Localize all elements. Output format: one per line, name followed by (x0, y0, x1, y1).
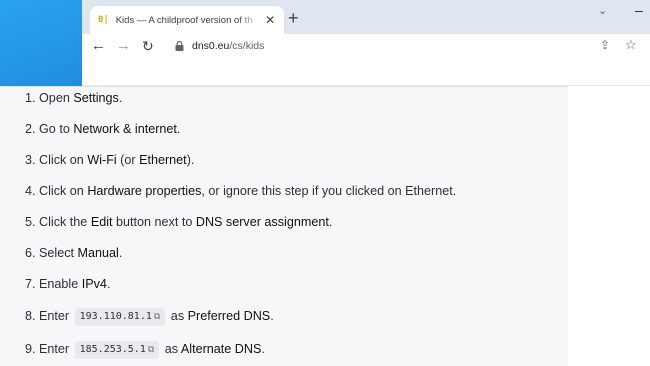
share-icon[interactable]: ⇪ (600, 38, 610, 52)
url-path: /cs/kids (229, 40, 265, 52)
site-favicon-icon: 0| (98, 15, 109, 25)
setting-name: IPv4 (81, 277, 107, 291)
address-bar[interactable]: dns0.eu/cs/kids (192, 40, 264, 52)
tab-title: Kids — A childproof version of th (115, 14, 253, 26)
list-item: 2. Go to Network & internet. (25, 122, 181, 136)
lock-icon[interactable] (175, 41, 184, 51)
list-item: 7. Enable IPv4. (25, 277, 111, 291)
list-item: 1. Open Settings. (25, 91, 123, 105)
instructions-panel: 1. Open Settings. 2. Go to Network & int… (0, 86, 568, 366)
copy-icon[interactable]: ⧉ (154, 312, 160, 322)
forward-arrow-icon[interactable]: → (116, 37, 131, 55)
setting-name: Manual (77, 246, 119, 260)
list-item: 4. Click on Hardware properties, or igno… (25, 184, 457, 198)
reload-icon[interactable]: ↻ (142, 37, 154, 55)
copy-icon[interactable]: ⧉ (148, 345, 154, 355)
setting-name: Preferred DNS (187, 309, 271, 323)
setting-name: Ethernet (139, 153, 187, 167)
setting-name: Settings (73, 91, 119, 105)
browser-toolbar: ← → ↻ dns0.eu/cs/kids ⇪ ☆ (82, 34, 650, 58)
dns-address-code[interactable]: 185.253.5.1 ⧉ (74, 340, 160, 359)
bookmark-star-icon[interactable]: ☆ (625, 37, 637, 53)
tab-close-icon[interactable]: ✕ (264, 13, 276, 27)
setting-name: Alternate DNS (180, 342, 262, 356)
setting-name: Wi-Fi (87, 153, 117, 167)
setting-name: DNS server assignment (195, 215, 329, 229)
dns-address-code[interactable]: 193.110.81.1 ⧉ (74, 307, 166, 326)
list-item: 5. Click the Edit button next to DNS ser… (25, 215, 333, 229)
url-host: dns0.eu (192, 40, 230, 52)
tab-strip: 0| Kids — A childproof version of th ✕ +… (82, 0, 650, 34)
list-item: 9. Enter 185.253.5.1 ⧉ as Alternate DNS. (25, 340, 265, 359)
setting-name: Edit (90, 215, 113, 229)
list-item: 3. Click on Wi-Fi (or Ethernet). (25, 153, 195, 167)
page-header-area (82, 58, 650, 86)
list-item: 8. Enter 193.110.81.1 ⧉ as Preferred DNS. (25, 307, 274, 326)
tab-search-chevron-icon[interactable]: ⌄ (598, 4, 607, 17)
new-tab-button[interactable]: + (288, 8, 299, 28)
window-minimize-button[interactable]: – (635, 2, 643, 18)
back-arrow-icon[interactable]: ← (91, 37, 106, 55)
browser-tab[interactable]: 0| Kids — A childproof version of th ✕ (90, 6, 284, 34)
setting-name: Hardware properties (87, 184, 202, 198)
setting-name: Network & internet (73, 122, 177, 136)
list-item: 6. Select Manual. (25, 246, 123, 260)
